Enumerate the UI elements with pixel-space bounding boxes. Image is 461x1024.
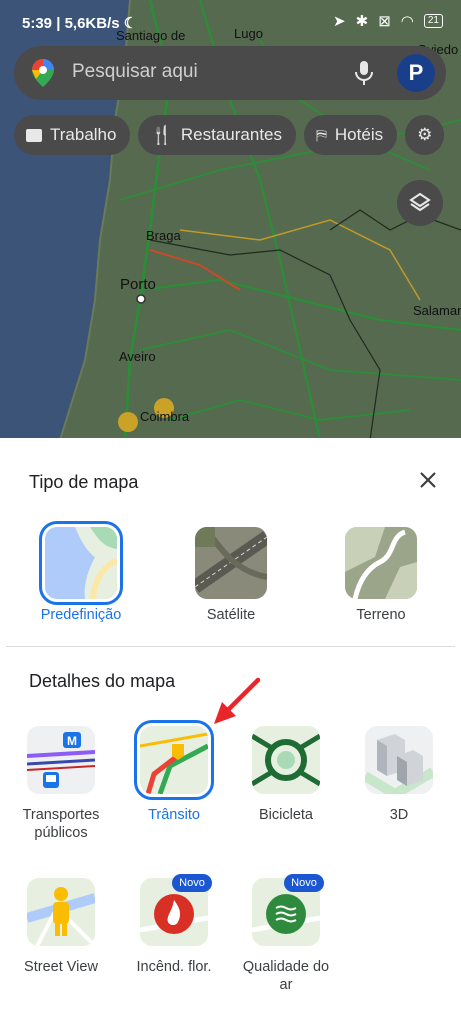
chip-trabalho[interactable]: Trabalho — [14, 115, 131, 155]
chip-hoteis[interactable]: ⛿ Hotéis — [304, 115, 398, 155]
status-time: 5:39 — [22, 15, 53, 32]
bed-icon: ⛿ — [316, 126, 327, 144]
detail-traffic[interactable] — [134, 720, 214, 800]
no-sim-icon: ⊠ — [378, 13, 391, 30]
map-type-satellite[interactable] — [195, 527, 267, 599]
layers-sheet: Tipo de mapa Predefinição Satélite Terre… — [0, 438, 461, 1024]
label-line: ar — [279, 977, 293, 993]
traffic-icon — [140, 726, 208, 794]
map-label-porto: Porto — [120, 276, 156, 293]
detail-bicycle[interactable] — [252, 726, 320, 794]
detail-label-street-view: Street View — [24, 959, 98, 975]
transit-icon: M — [27, 726, 95, 794]
map-type-default[interactable] — [39, 521, 123, 605]
microphone-icon[interactable] — [354, 60, 374, 86]
status-bar: 5:39 | 5,6KB/s ☾ ➤ ✱ ⊠ ◠ 21 — [0, 0, 461, 46]
detail-street-view[interactable] — [27, 878, 95, 946]
detail-3d[interactable] — [365, 726, 433, 794]
close-icon[interactable] — [414, 466, 442, 494]
map-type-label-default: Predefinição — [40, 607, 122, 623]
category-chips: Trabalho 🍴 Restaurantes ⛿ Hotéis ⚙ — [14, 115, 445, 155]
terrain-map-icon — [345, 527, 417, 599]
red-arrow-annotation — [214, 677, 261, 724]
map-label-aveiro: Aveiro — [119, 349, 156, 364]
map-type-label-terrain: Terreno — [356, 607, 406, 623]
moon-icon: ☾ — [123, 15, 138, 32]
utensils-icon: 🍴 — [150, 124, 173, 145]
chip-label: Trabalho — [50, 125, 117, 144]
location-arrow-icon: ➤ — [333, 13, 346, 30]
map-label-braga: Braga — [146, 228, 181, 243]
new-badge: Novo — [172, 874, 212, 892]
map-details-title: Detalhes do mapa — [29, 671, 176, 691]
gear-icon: ⚙ — [417, 125, 433, 144]
search-input[interactable]: Pesquisar aqui — [72, 61, 198, 83]
detail-public-transit[interactable]: M — [27, 726, 95, 794]
map-type-label-satellite: Satélite — [206, 607, 256, 623]
detail-label-bicycle: Bicicleta — [259, 807, 313, 823]
map-label-salamanca: Salaman — [413, 303, 461, 318]
chip-restaurantes[interactable]: 🍴 Restaurantes — [138, 115, 297, 155]
layers-icon — [409, 192, 431, 212]
street-view-icon — [27, 878, 95, 946]
search-bar[interactable]: Pesquisar aqui P — [14, 46, 446, 100]
maps-pin-icon — [32, 59, 54, 87]
detail-label-air-quality: Qualidade do ar — [229, 958, 343, 994]
map-type-title: Tipo de mapa — [29, 472, 139, 492]
map-label-coimbra: Coimbra — [140, 409, 190, 424]
chip-label: Restaurantes — [180, 125, 283, 144]
bicycle-icon — [252, 726, 320, 794]
default-map-icon — [45, 527, 117, 599]
layers-button[interactable] — [397, 180, 443, 226]
label-line: Transportes — [22, 807, 100, 823]
bluetooth-icon: ✱ — [355, 13, 369, 30]
3d-buildings-icon — [365, 726, 433, 794]
chip-label: Hotéis — [334, 125, 384, 144]
detail-label-3d: 3D — [389, 807, 409, 823]
status-speed: | 5,6KB/s — [56, 15, 120, 32]
detail-label-traffic: Trânsito — [148, 807, 200, 823]
divider — [6, 646, 455, 647]
label-line: Qualidade do — [242, 959, 330, 975]
detail-label-transit: Transportes públicos — [4, 806, 118, 842]
briefcase-icon — [26, 128, 42, 142]
satellite-map-icon — [195, 527, 267, 599]
new-badge: Novo — [284, 874, 324, 892]
detail-label-wildfires: Incênd. flor. — [136, 959, 212, 975]
battery-icon: 21 — [423, 14, 443, 28]
map-type-terrain[interactable] — [345, 527, 417, 599]
svg-text:M: M — [67, 734, 77, 748]
label-line: públicos — [34, 825, 88, 841]
chip-more[interactable]: ⚙ — [405, 115, 445, 155]
wifi-icon: ◠ — [400, 13, 414, 30]
avatar[interactable]: P — [397, 54, 435, 92]
